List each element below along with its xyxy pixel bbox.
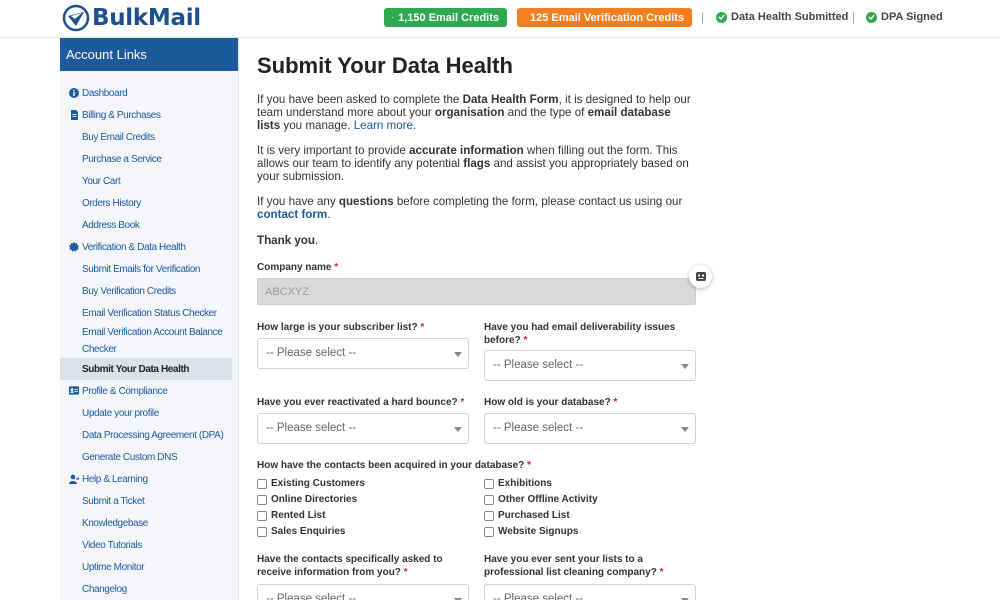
info-icon xyxy=(69,88,79,98)
subscriber-list-label: How large is your subscriber list? * xyxy=(257,322,425,333)
checkbox[interactable] xyxy=(484,510,494,521)
acquisition-label: How have the contacts been acquired in y… xyxy=(257,460,531,471)
sidebar-item-submit-ticket[interactable]: Submit a Ticket xyxy=(60,490,238,512)
checkbox[interactable] xyxy=(484,526,494,537)
checkbox-purchased-list[interactable]: Purchased List xyxy=(484,510,570,521)
dpa-status-text: DPA Signed xyxy=(881,11,943,23)
check-circle-icon xyxy=(866,11,877,23)
checkbox-offline-activity[interactable]: Other Offline Activity xyxy=(484,494,598,505)
checkbox[interactable] xyxy=(484,494,494,505)
checkbox-existing-customers[interactable]: Existing Customers xyxy=(257,478,365,489)
list-cleaning-label: Have you ever sent your lists to a profe… xyxy=(484,554,664,578)
reactivated-label: Have you ever reactivated a hard bounce?… xyxy=(257,397,465,408)
sidebar-item-dashboard[interactable]: Dashboard xyxy=(60,82,238,104)
list-cleaning-select[interactable]: -- Please select -- xyxy=(484,584,696,600)
sidebar-item-label: Profile & Compliance xyxy=(82,385,168,397)
sidebar-item-label: Billing & Purchases xyxy=(82,109,161,121)
sidebar-item-purchase-service[interactable]: Purchase a Service xyxy=(60,148,238,170)
sidebar: Account Links Dashboard Billing & Purcha… xyxy=(60,38,239,600)
sidebar-item-profile[interactable]: Profile & Compliance xyxy=(60,380,238,402)
checkbox[interactable] xyxy=(484,478,494,489)
id-card-icon xyxy=(69,386,79,396)
badge-icon xyxy=(69,242,79,252)
sidebar-item-label: Dashboard xyxy=(82,87,128,99)
sidebar-item-address-book[interactable]: Address Book xyxy=(60,214,238,236)
opt-in-select[interactable]: -- Please select -- xyxy=(257,584,469,600)
globe-icon xyxy=(62,4,90,32)
checkbox[interactable] xyxy=(257,478,267,489)
company-name-input[interactable]: ABCXYZ xyxy=(257,278,696,305)
sidebar-nav: Dashboard Billing & Purchases Buy Email … xyxy=(60,71,238,600)
sidebar-item-submit-data-health[interactable]: Submit Your Data Health xyxy=(60,358,232,380)
logo-text: BulkMail xyxy=(92,5,201,31)
sidebar-item-buy-email-credits[interactable]: Buy Email Credits xyxy=(60,126,238,148)
database-age-label: How old is your database? * xyxy=(484,397,618,408)
thank-you-text: Thank you. xyxy=(257,234,319,247)
crown-icon xyxy=(392,17,394,18)
sidebar-item-video-tutorials[interactable]: Video Tutorials xyxy=(60,534,238,556)
chevron-down-icon xyxy=(454,352,462,357)
company-name-label: Company name * xyxy=(257,262,339,273)
sidebar-item-knowledgebase[interactable]: Knowledgebase xyxy=(60,512,238,534)
separator: | xyxy=(701,10,705,24)
sidebar-item-uptime-monitor[interactable]: Uptime Monitor xyxy=(60,556,238,578)
chevron-down-icon xyxy=(681,427,689,432)
contact-form-link[interactable]: contact form xyxy=(257,208,327,221)
top-header: BulkMail 1,150 Email Credits 125 Email V… xyxy=(0,0,1000,38)
sidebar-item-dpa[interactable]: Data Processing Agreement (DPA) xyxy=(60,424,238,446)
opt-in-label: Have the contacts specifically asked to … xyxy=(257,554,443,578)
checkbox-sales-enquiries[interactable]: Sales Enquiries xyxy=(257,526,345,537)
sidebar-item-status-checker[interactable]: Email Verification Status Checker xyxy=(60,302,238,324)
sidebar-item-billing[interactable]: Billing & Purchases xyxy=(60,104,238,126)
checkbox-rented-list[interactable]: Rented List xyxy=(257,510,325,521)
sidebar-item-balance-checker[interactable]: Email Verification Account Balance Check… xyxy=(60,324,238,358)
reactivated-select[interactable]: -- Please select -- xyxy=(257,413,469,444)
deliverability-label: Have you had email deliverability issues… xyxy=(484,322,676,346)
receipt-icon xyxy=(69,110,79,120)
data-health-status-text: Data Health Submitted xyxy=(731,11,849,23)
verification-credits-text: 125 Email Verification Credits xyxy=(530,11,685,24)
sidebar-item-buy-verification-credits[interactable]: Buy Verification Credits xyxy=(60,280,238,302)
dpa-status: DPA Signed xyxy=(866,11,943,23)
sidebar-title: Account Links xyxy=(60,38,238,71)
separator: | xyxy=(852,10,856,24)
robot-icon xyxy=(695,272,706,281)
sidebar-item-verification[interactable]: Verification & Data Health xyxy=(60,236,238,258)
sidebar-item-changelog[interactable]: Changelog xyxy=(60,578,238,600)
subscriber-list-select[interactable]: -- Please select -- xyxy=(257,338,469,369)
sidebar-item-custom-dns[interactable]: Generate Custom DNS xyxy=(60,446,238,468)
sidebar-item-submit-emails[interactable]: Submit Emails for Verification xyxy=(60,258,238,280)
check-circle-icon xyxy=(716,11,727,23)
sidebar-item-label: Verification & Data Health xyxy=(82,241,186,253)
database-age-select[interactable]: -- Please select -- xyxy=(484,413,696,444)
page-title: Submit Your Data Health xyxy=(257,53,513,78)
intro-paragraph: If you have been asked to complete the D… xyxy=(257,93,691,132)
sidebar-item-your-cart[interactable]: Your Cart xyxy=(60,170,238,192)
sidebar-item-help[interactable]: Help & Learning xyxy=(60,468,238,490)
checkbox[interactable] xyxy=(257,494,267,505)
data-health-status: Data Health Submitted xyxy=(716,11,848,23)
email-credits-text: 1,150 Email Credits xyxy=(398,11,499,24)
checkbox[interactable] xyxy=(257,526,267,537)
verification-credits-badge[interactable]: 125 Email Verification Credits xyxy=(517,8,692,27)
checkbox[interactable] xyxy=(257,510,267,521)
email-credits-badge[interactable]: 1,150 Email Credits xyxy=(384,8,507,27)
checkbox-website-signups[interactable]: Website Signups xyxy=(484,526,578,537)
questions-paragraph: If you have any questions before complet… xyxy=(257,195,683,221)
checkbox-online-directories[interactable]: Online Directories xyxy=(257,494,357,505)
checkbox-exhibitions[interactable]: Exhibitions xyxy=(484,478,552,489)
logo[interactable]: BulkMail xyxy=(62,4,201,32)
sidebar-item-update-profile[interactable]: Update your profile xyxy=(60,402,238,424)
chevron-down-icon xyxy=(681,364,689,369)
accuracy-paragraph: It is very important to provide accurate… xyxy=(257,144,689,183)
deliverability-select[interactable]: -- Please select -- xyxy=(484,350,696,381)
user-help-icon xyxy=(69,474,79,484)
learn-more-link[interactable]: Learn more. xyxy=(354,119,417,132)
sidebar-item-orders-history[interactable]: Orders History xyxy=(60,192,238,214)
chat-bot-button[interactable] xyxy=(689,265,712,288)
chevron-down-icon xyxy=(454,427,462,432)
sidebar-item-label: Help & Learning xyxy=(82,473,148,485)
